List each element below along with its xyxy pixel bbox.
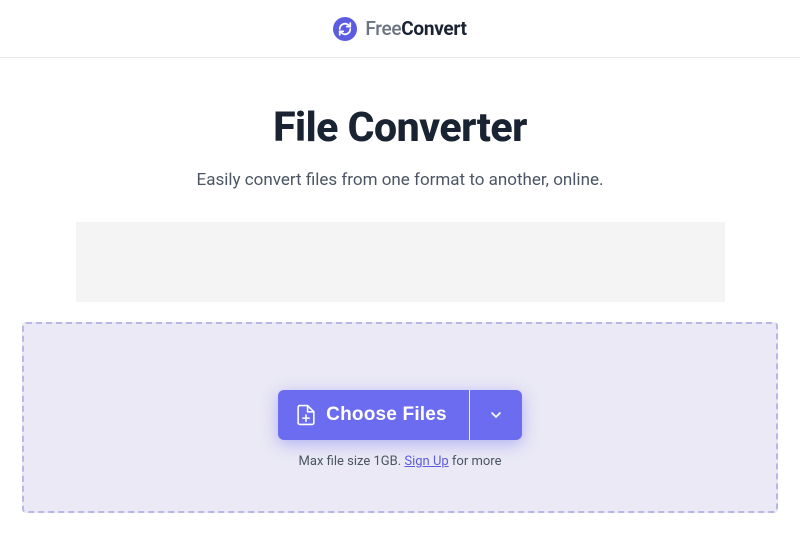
- signup-link[interactable]: Sign Up: [404, 454, 448, 469]
- source-dropdown-button[interactable]: [470, 390, 522, 440]
- file-size-hint: Max file size 1GB. Sign Up for more: [299, 454, 502, 469]
- page-title: File Converter: [0, 104, 800, 152]
- page-subtitle: Easily convert files from one format to …: [0, 170, 800, 190]
- choose-files-label: Choose Files: [326, 404, 447, 426]
- hint-suffix: for more: [449, 454, 502, 469]
- file-dropzone[interactable]: Choose Files Max file size 1GB. Sign Up …: [22, 322, 778, 513]
- brand-text: FreeConvert: [365, 17, 466, 40]
- choose-files-button[interactable]: Choose Files: [278, 390, 469, 440]
- hint-prefix: Max file size 1GB.: [299, 454, 405, 469]
- chevron-down-icon: [488, 407, 504, 423]
- ad-placeholder: [76, 222, 725, 302]
- choose-files-group: Choose Files: [278, 390, 522, 440]
- brand-logo[interactable]: FreeConvert: [333, 17, 466, 41]
- main-content: File Converter Easily convert files from…: [0, 58, 800, 513]
- refresh-icon: [333, 17, 357, 41]
- app-header: FreeConvert: [0, 0, 800, 58]
- file-add-icon: [296, 404, 316, 426]
